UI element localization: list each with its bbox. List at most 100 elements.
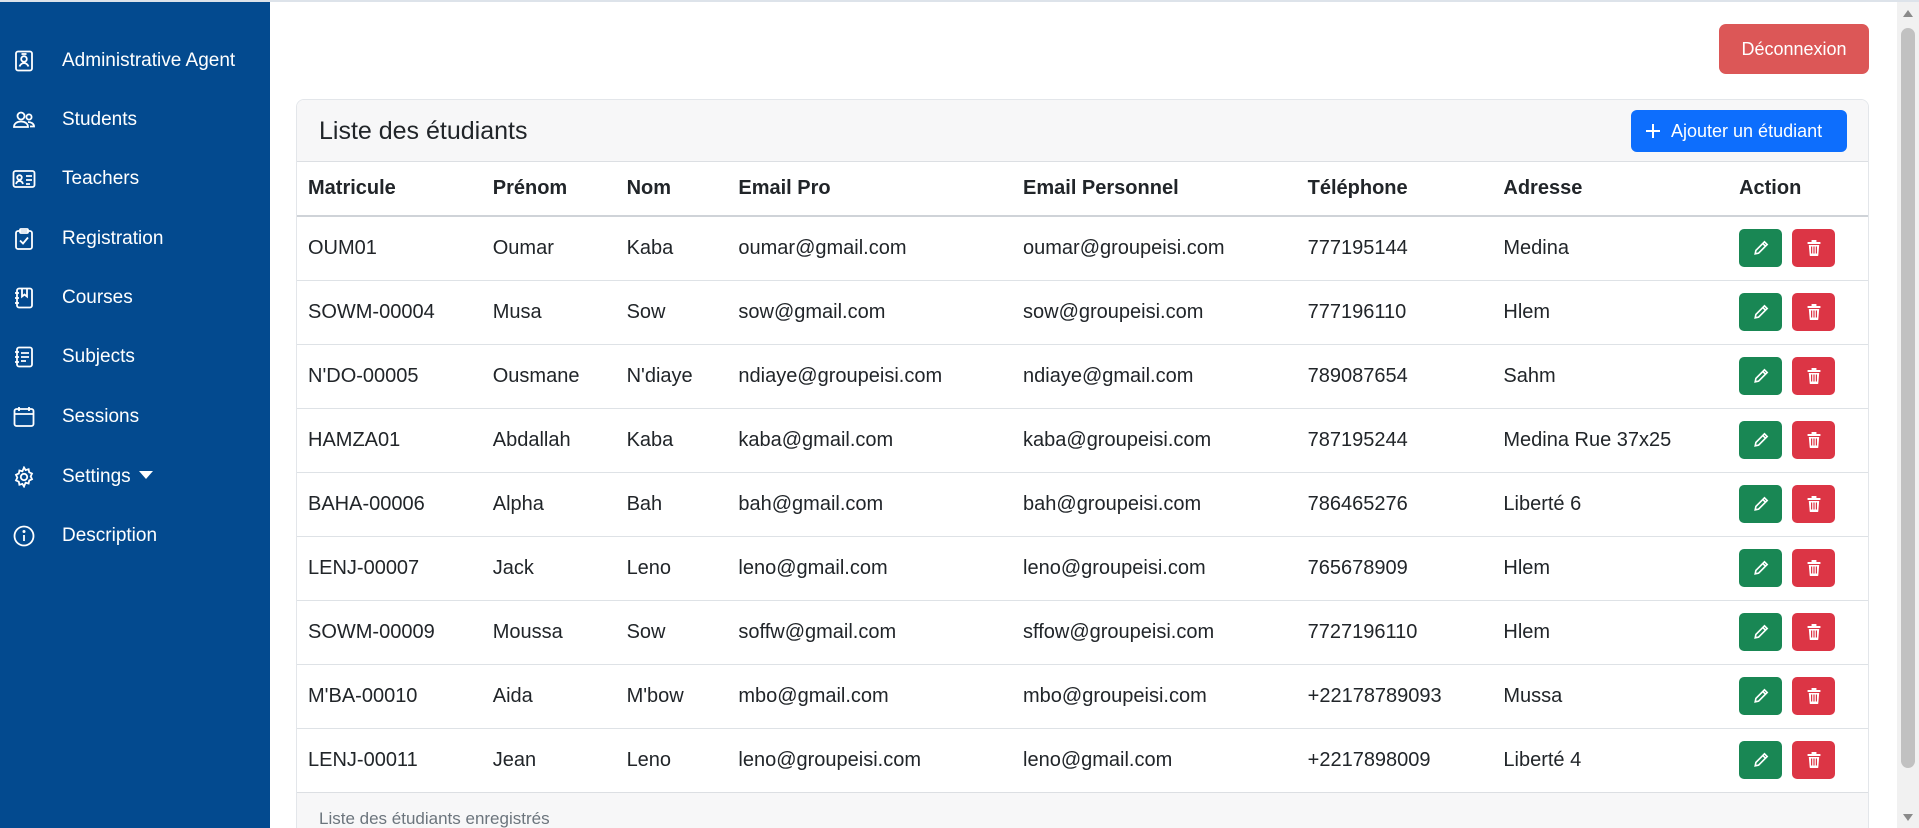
table-cell: Jack (481, 536, 616, 601)
table-cell: Leno (615, 728, 728, 793)
edit-button[interactable] (1739, 613, 1783, 651)
card-header: Liste des étudiants Ajouter un étudiant (297, 100, 1868, 162)
table-cell: BAHA-00006 (297, 472, 482, 537)
table-cell: Sow (615, 600, 728, 665)
table-cell: Mussa (1492, 664, 1729, 729)
table-cell: oumar@groupeisi.com (1012, 216, 1297, 281)
table-cell: Kaba (615, 408, 728, 473)
trash-icon (1807, 624, 1821, 640)
table-cell: ndiaye@gmail.com (1012, 344, 1297, 409)
edit-button[interactable] (1739, 741, 1783, 779)
sidebar-item-courses[interactable]: Courses (0, 275, 270, 319)
edit-button[interactable] (1739, 357, 1783, 395)
edit-button[interactable] (1739, 485, 1783, 523)
column-header: Email Pro (727, 162, 1013, 217)
table-row: HAMZA01 Abdallah Kaba kaba@gmail.com kaba@gr… (297, 408, 1868, 473)
add-student-label: Ajouter un étudiant (1671, 120, 1823, 141)
delete-button[interactable] (1792, 677, 1836, 715)
scroll-down-arrow-icon[interactable] (1903, 814, 1913, 821)
pencil-icon (1753, 752, 1769, 768)
table-cell: Jean (481, 728, 616, 793)
delete-button[interactable] (1792, 293, 1836, 331)
column-header: Adresse (1492, 162, 1729, 217)
sidebar-item-sessions[interactable]: Sessions (0, 394, 270, 438)
table-cell: Medina (1492, 216, 1729, 281)
edit-button[interactable] (1739, 421, 1783, 459)
trash-icon (1807, 688, 1821, 704)
sidebar-item-registration[interactable]: Registration (0, 216, 270, 260)
table-cell: 787195244 (1296, 408, 1493, 473)
info-circle-icon (12, 524, 36, 548)
table-cell: OUM01 (297, 216, 482, 281)
table-row: BAHA-00006 Alpha Bah bah@gmail.com bah@group… (297, 472, 1868, 537)
scroll-thumb[interactable] (1901, 28, 1915, 768)
table-cell: SOWM-00009 (297, 600, 482, 665)
edit-button[interactable] (1739, 293, 1783, 331)
delete-button[interactable] (1792, 229, 1836, 268)
action-group (1739, 549, 1868, 587)
sidebar-item-settings[interactable]: Settings (0, 454, 270, 498)
pencil-icon (1753, 496, 1769, 512)
table-row: LENJ-00011 Jean Leno leno@groupeisi.com leno… (297, 728, 1868, 793)
action-group (1739, 421, 1868, 459)
table-cell: 777195144 (1296, 216, 1493, 281)
table-cell: 786465276 (1296, 472, 1493, 537)
table-cell: leno@groupeisi.com (1012, 536, 1297, 601)
table-cell: HAMZA01 (297, 408, 482, 473)
sidebar-item-label: Subjects (62, 346, 135, 367)
delete-button[interactable] (1792, 549, 1836, 587)
table-cell: N'DO-00005 (297, 344, 482, 409)
edit-button[interactable] (1739, 229, 1783, 268)
table-cell: Bah (615, 472, 728, 537)
pencil-icon (1753, 688, 1769, 704)
action-group (1739, 613, 1868, 651)
action-group (1739, 677, 1868, 715)
table-cell: Aida (481, 664, 616, 729)
table-cell: ndiaye@groupeisi.com (727, 344, 1013, 409)
action-cell (1728, 472, 1868, 537)
action-group (1739, 229, 1868, 268)
add-student-button[interactable]: Ajouter un étudiant (1631, 110, 1847, 152)
scrollbar[interactable] (1897, 2, 1919, 828)
table-cell: 765678909 (1296, 536, 1493, 601)
table-cell: Hlem (1492, 600, 1729, 665)
delete-button[interactable] (1792, 741, 1836, 779)
table-cell: leno@gmail.com (1012, 728, 1297, 793)
table-cell: Kaba (615, 216, 728, 281)
table-cell: Musa (481, 280, 616, 345)
sidebar-item-description[interactable]: Description (0, 513, 270, 557)
sidebar-item-students[interactable]: Students (0, 97, 270, 141)
footer-text: Liste des étudiants enregistrés (319, 809, 550, 828)
journal-bookmark-icon (12, 286, 36, 310)
delete-button[interactable] (1792, 613, 1836, 651)
table-cell: Oumar (481, 216, 616, 281)
badge-icon (12, 49, 36, 73)
caret-down-icon (138, 470, 153, 479)
edit-button[interactable] (1739, 677, 1783, 715)
sidebar-item-label: Sessions (62, 406, 140, 427)
edit-button[interactable] (1739, 549, 1783, 587)
sidebar-item-label: Settings (62, 466, 153, 488)
card-footer: Liste des étudiants enregistrés (297, 792, 1868, 828)
scroll-up-arrow-icon[interactable] (1903, 10, 1913, 17)
sidebar-item-administrative-agent[interactable]: Administrative Agent (0, 38, 270, 82)
journal-text-icon (12, 345, 36, 369)
column-header: Action (1728, 162, 1868, 217)
delete-button[interactable] (1792, 421, 1836, 459)
table-cell: Sahm (1492, 344, 1729, 409)
table-cell: kaba@groupeisi.com (1012, 408, 1297, 473)
sidebar-item-teachers[interactable]: Teachers (0, 156, 270, 200)
page-title: Liste des étudiants (319, 117, 528, 145)
id-card-icon (12, 167, 36, 191)
calendar-icon (12, 405, 36, 429)
action-cell (1728, 536, 1868, 601)
table-row: OUM01 Oumar Kaba oumar@gmail.com oumar@group… (297, 216, 1868, 281)
column-header: Matricule (297, 162, 482, 217)
logout-button[interactable]: Déconnexion (1719, 24, 1869, 74)
delete-button[interactable] (1792, 485, 1836, 523)
table-cell: N'diaye (615, 344, 728, 409)
sidebar-item-label: Description (62, 525, 158, 546)
sidebar-item-subjects[interactable]: Subjects (0, 334, 270, 378)
table-cell: mbo@groupeisi.com (1012, 664, 1297, 729)
delete-button[interactable] (1792, 357, 1836, 395)
